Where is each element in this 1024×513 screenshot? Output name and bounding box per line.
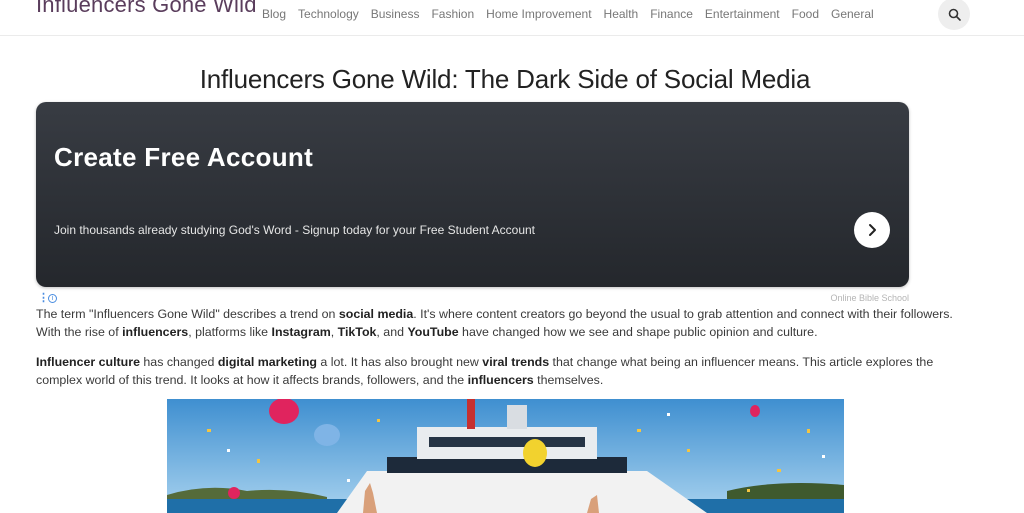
bold-keyword: YouTube	[407, 325, 459, 339]
ad-headline: Create Free Account	[54, 142, 314, 172]
main-nav: Blog Technology Business Fashion Home Im…	[262, 7, 886, 21]
nav-item-technology[interactable]: Technology	[298, 7, 359, 21]
chevron-right-icon	[869, 224, 876, 236]
nav-item-entertainment[interactable]: Entertainment	[705, 7, 780, 21]
site-header: Influencers Gone Wild Blog Technology Bu…	[0, 0, 1024, 36]
nav-item-finance[interactable]: Finance	[650, 7, 693, 21]
nav-item-health[interactable]: Health	[604, 7, 639, 21]
paragraph-text: The term "Influencers Gone Wild" describ…	[36, 307, 339, 321]
site-logo[interactable]: Influencers Gone Wild	[36, 0, 257, 18]
ad-banner[interactable]: Create Free Account Join thousands alrea…	[36, 102, 909, 287]
page-title: Influencers Gone Wild: The Dark Side of …	[199, 64, 811, 94]
nav-item-blog[interactable]: Blog	[262, 7, 286, 21]
ad-subtext: Join thousands already studying God's Wo…	[54, 223, 536, 237]
bold-keyword: Instagram	[271, 325, 331, 339]
article-hero-image	[167, 399, 844, 513]
paragraph-text: , platforms like	[188, 325, 272, 339]
search-button[interactable]	[938, 0, 970, 30]
nav-item-general[interactable]: General	[831, 7, 874, 21]
paragraph-text: have changed how we see and shape public…	[458, 325, 818, 339]
paragraph-text: a lot. It has also brought new	[316, 355, 483, 369]
nav-item-fashion[interactable]: Fashion	[431, 7, 474, 21]
ad-source-label[interactable]: Online Bible School	[830, 293, 909, 303]
paragraph-text: ,	[330, 325, 338, 339]
bold-keyword: TikTok	[337, 325, 377, 339]
bold-keyword: Influencer culture	[36, 355, 140, 369]
paragraph-text: themselves.	[533, 373, 604, 387]
bold-keyword: viral trends	[482, 355, 550, 369]
bold-keyword: social media	[338, 307, 414, 321]
paragraph-text: , and	[376, 325, 408, 339]
nav-item-food[interactable]: Food	[792, 7, 819, 21]
article-paragraph: The term "Influencers Gone Wild" describ…	[36, 305, 966, 341]
ad-cta-button[interactable]	[854, 212, 890, 248]
bold-keyword: influencers	[467, 373, 534, 387]
ad-info-icon[interactable]: i	[48, 294, 57, 303]
nav-item-business[interactable]: Business	[371, 7, 420, 21]
bold-keyword: influencers	[122, 325, 189, 339]
paragraph-text: has changed	[139, 355, 218, 369]
search-icon	[948, 8, 961, 21]
yacht-party-illustration	[167, 399, 844, 513]
article-paragraph: Influencer culture has changed digital m…	[36, 353, 966, 389]
bold-keyword: digital marketing	[217, 355, 317, 369]
ad-meta-row: ⋮ i Online Bible School	[36, 293, 909, 305]
nav-item-home-improvement[interactable]: Home Improvement	[486, 7, 591, 21]
